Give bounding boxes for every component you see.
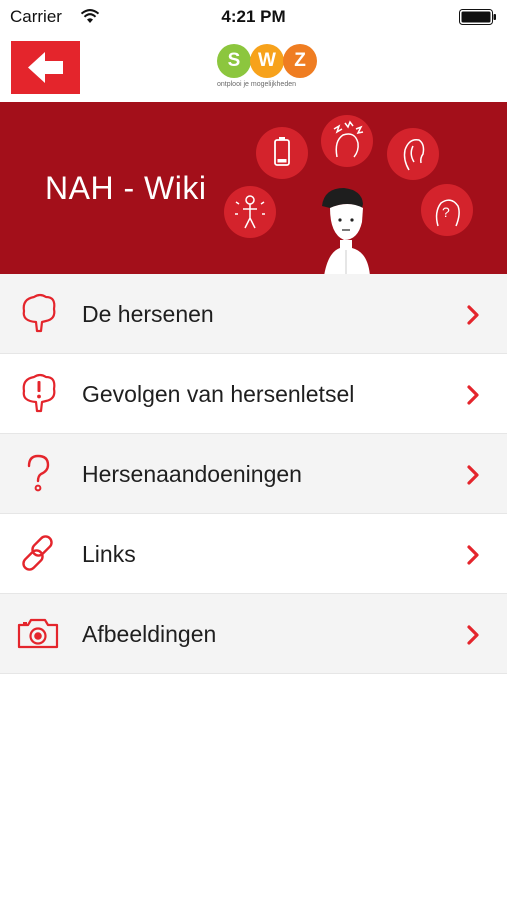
chevron-right-icon — [467, 385, 479, 405]
head-question-icon: ? — [421, 184, 473, 236]
headache-icon — [321, 115, 373, 167]
menu-item-gevolgen-van-hersenletsel[interactable]: Gevolgen van hersenletsel — [0, 354, 507, 434]
chevron-right-icon — [467, 465, 479, 485]
chevron-right-icon — [467, 305, 479, 325]
app-header: S W Z ontplooi je mogelijkheden — [0, 34, 507, 102]
menu-item-label: Afbeeldingen — [82, 621, 217, 647]
menu-item-afbeeldingen[interactable]: Afbeeldingen — [0, 594, 507, 674]
battery-icon — [459, 9, 496, 25]
camera-icon — [17, 618, 59, 649]
menu-item-label: Links — [82, 541, 136, 567]
brain-alert-icon — [22, 373, 56, 413]
logo-letter-s: S — [217, 44, 251, 78]
menu-item-de-hersenen[interactable]: De hersenen — [0, 274, 507, 354]
menu-item-label: De hersenen — [82, 301, 214, 327]
logo-tagline: ontplooi je mogelijkheden — [217, 81, 296, 88]
question-mark-icon — [27, 454, 50, 492]
hero-banner: NAH - Wiki ? — [0, 102, 507, 274]
svg-text:?: ? — [442, 204, 450, 220]
body-pain-icon — [224, 186, 276, 238]
status-time: 4:21 PM — [221, 7, 286, 26]
arrow-left-icon — [28, 52, 63, 83]
logo-letter-w: W — [250, 44, 284, 78]
chevron-right-icon — [467, 545, 479, 565]
menu-item-hersenaandoeningen[interactable]: Hersenaandoeningen — [0, 434, 507, 514]
chevron-right-icon — [467, 625, 479, 645]
head-profile-icon — [387, 128, 439, 180]
menu-list: De hersenen Gevolgen van hersenletsel He… — [0, 274, 507, 674]
logo-letter-z: Z — [283, 44, 317, 78]
back-button[interactable] — [11, 41, 80, 94]
swz-logo: S W Z ontplooi je mogelijkheden — [217, 44, 321, 100]
menu-item-label: Gevolgen van hersenletsel — [82, 381, 355, 407]
link-icon — [22, 535, 53, 571]
battery-empty-icon — [256, 127, 308, 179]
menu-item-label: Hersenaandoeningen — [82, 461, 302, 487]
status-bar: Carrier 4:21 PM — [0, 0, 507, 34]
thinking-person-illustration — [322, 188, 370, 274]
page-title: NAH - Wiki — [45, 170, 207, 206]
brain-icon — [22, 293, 56, 333]
menu-item-links[interactable]: Links — [0, 514, 507, 594]
